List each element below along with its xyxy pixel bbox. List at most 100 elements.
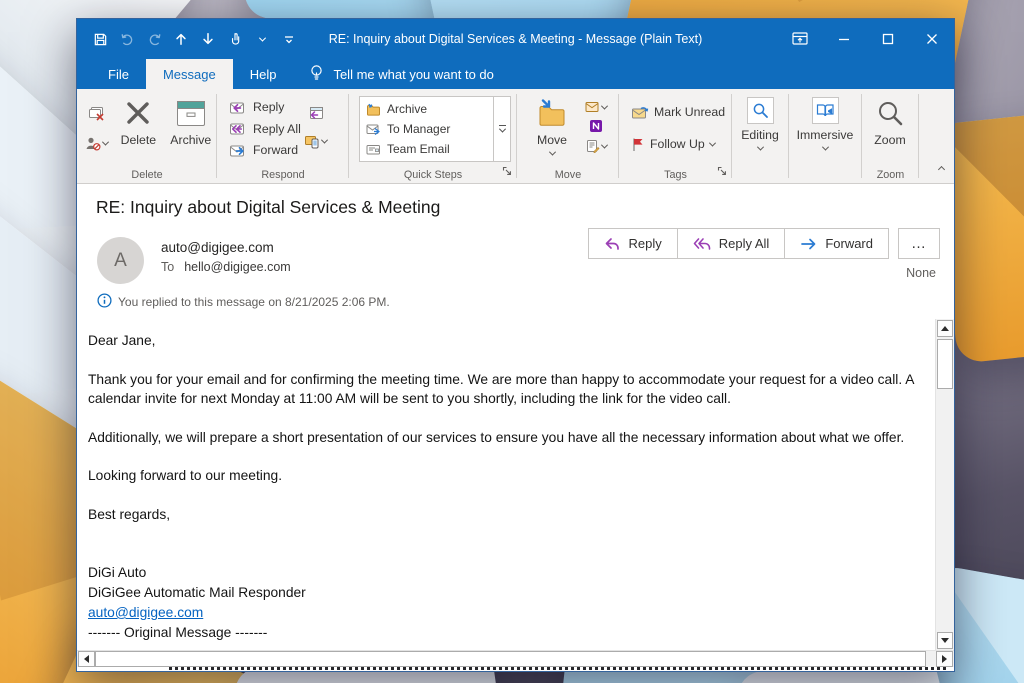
header-action-buttons: Reply Reply All Forward … (588, 228, 940, 259)
body-paragraph: Thank you for your email and for confirm… (88, 370, 921, 409)
close-icon[interactable] (910, 19, 954, 59)
tab-help[interactable]: Help (233, 59, 294, 89)
block-sender-button[interactable] (85, 136, 108, 151)
ribbon-display-options-icon[interactable] (778, 19, 822, 59)
ribbon-group-immersive: Immersive (789, 89, 862, 183)
replied-info-text: You replied to this message on 8/21/2025… (118, 295, 390, 309)
move-folder-icon (536, 97, 568, 129)
more-move-actions-button[interactable] (586, 139, 607, 153)
archive-button[interactable]: Archive (167, 94, 215, 166)
ribbon-group-editing: Editing (732, 89, 789, 183)
forward-button[interactable]: Forward (229, 140, 301, 160)
original-message-divider: ------- Original Message ------- (88, 623, 921, 643)
tab-message[interactable]: Message (146, 59, 233, 89)
mark-unread-button[interactable]: Mark Unread (631, 102, 730, 122)
immersive-button[interactable]: Immersive (793, 94, 857, 151)
editing-button[interactable]: Editing (736, 94, 784, 151)
message-body[interactable]: Dear Jane, Thank you for your email and … (77, 319, 935, 650)
quick-steps-dialog-launcher-icon[interactable] (502, 163, 512, 181)
recipient-line: To hello@digigee.com (161, 260, 291, 274)
move-button[interactable]: Move (525, 94, 579, 166)
ribbon-group-quick-steps: Archive To Manager Team Email Quick Step… (349, 89, 517, 183)
chevron-down-icon[interactable] (253, 30, 271, 48)
outlook-message-window: RE: Inquiry about Digital Services & Mee… (76, 18, 955, 672)
sender-address[interactable]: auto@digigee.com (161, 240, 274, 255)
reply-button[interactable]: Reply (229, 97, 301, 117)
lightbulb-icon (309, 64, 324, 84)
ribbon-group-zoom: Zoom Zoom (862, 89, 919, 183)
scroll-up-button[interactable] (937, 320, 953, 337)
vertical-scrollbar[interactable] (935, 319, 954, 650)
save-icon[interactable] (91, 30, 109, 48)
ribbon-group-respond: Reply Reply All Forward (217, 89, 349, 183)
horizontal-scroll-thumb[interactable] (95, 651, 926, 667)
recipient-address[interactable]: hello@digigee.com (184, 260, 291, 274)
more-actions-button[interactable]: … (898, 228, 940, 259)
meeting-button[interactable] (307, 105, 324, 120)
tags-dialog-launcher-icon[interactable] (717, 163, 727, 181)
message-header: RE: Inquiry about Digital Services & Mee… (77, 184, 954, 319)
onenote-icon[interactable] (589, 119, 603, 133)
vertical-scroll-thumb[interactable] (937, 339, 953, 389)
signature-org: DiGiGee Automatic Mail Responder (88, 583, 921, 603)
header-reply-button[interactable]: Reply (588, 228, 677, 259)
previous-item-icon[interactable] (172, 30, 190, 48)
customize-qat-icon[interactable] (280, 30, 298, 48)
next-item-icon[interactable] (199, 30, 217, 48)
touch-mode-icon[interactable] (226, 30, 244, 48)
collapse-ribbon-icon[interactable] (939, 159, 944, 177)
immersive-reader-icon (812, 97, 839, 124)
clipped-text-row (77, 667, 954, 671)
ribbon-group-move: Move Move (517, 89, 619, 183)
delete-button[interactable]: Delete (113, 94, 163, 166)
header-reply-all-button[interactable]: Reply All (677, 228, 786, 259)
rules-button[interactable] (585, 101, 607, 113)
reply-arrow-icon (604, 237, 620, 251)
reading-pane: Dear Jane, Thank you for your email and … (77, 319, 954, 671)
more-respond-actions-button[interactable] (304, 135, 327, 149)
scroll-right-button[interactable] (936, 651, 953, 667)
to-label: To (161, 260, 174, 274)
quick-access-toolbar (77, 30, 298, 48)
body-paragraph: Looking forward to our meeting. (88, 466, 921, 486)
message-subject: RE: Inquiry about Digital Services & Mee… (96, 197, 440, 218)
follow-up-button[interactable]: Follow Up (631, 134, 730, 154)
body-closing: Best regards, (88, 505, 921, 525)
ribbon-group-delete: Delete Archive Delete (77, 89, 217, 183)
info-icon (97, 293, 112, 311)
zoom-button[interactable]: Zoom (866, 94, 914, 147)
maximize-icon[interactable] (866, 19, 910, 59)
redo-icon (145, 30, 163, 48)
tab-file[interactable]: File (91, 59, 146, 89)
ribbon-tabs: File Message Help Tell me what you want … (77, 59, 954, 89)
ignore-button[interactable] (88, 106, 105, 121)
signature-email-link[interactable]: auto@digigee.com (88, 605, 203, 620)
editing-search-icon (747, 97, 774, 124)
signature-name: DiGi Auto (88, 563, 921, 583)
flag-status-label: None (906, 266, 936, 280)
sender-avatar[interactable]: A (97, 237, 144, 284)
quick-step-to-manager[interactable]: To Manager (366, 122, 489, 136)
tell-me-box[interactable]: Tell me what you want to do (309, 59, 493, 89)
replied-infobar: You replied to this message on 8/21/2025… (97, 293, 390, 311)
minimize-icon[interactable] (822, 19, 866, 59)
quick-step-archive[interactable]: Archive (366, 102, 489, 116)
horizontal-scrollbar[interactable] (77, 650, 954, 667)
quick-steps-more-button[interactable] (493, 97, 510, 161)
titlebar: RE: Inquiry about Digital Services & Mee… (77, 19, 954, 59)
reply-all-arrow-icon (693, 237, 711, 251)
window-controls (778, 19, 954, 59)
quick-step-team-email[interactable]: Team Email (366, 142, 489, 156)
forward-arrow-icon (800, 238, 817, 250)
header-forward-button[interactable]: Forward (784, 228, 889, 259)
reply-all-button[interactable]: Reply All (229, 119, 301, 139)
tell-me-label: Tell me what you want to do (333, 67, 493, 82)
ribbon: Delete Archive Delete Reply Reply All (77, 89, 954, 184)
ribbon-group-tags: Mark Unread Follow Up Tags (619, 89, 732, 183)
scroll-down-button[interactable] (937, 632, 953, 649)
archive-box-icon (176, 97, 206, 129)
body-paragraph: Additionally, we will prepare a short pr… (88, 428, 921, 448)
scroll-left-button[interactable] (78, 651, 95, 667)
zoom-magnifier-icon (877, 97, 904, 129)
body-greeting: Dear Jane, (88, 331, 921, 351)
